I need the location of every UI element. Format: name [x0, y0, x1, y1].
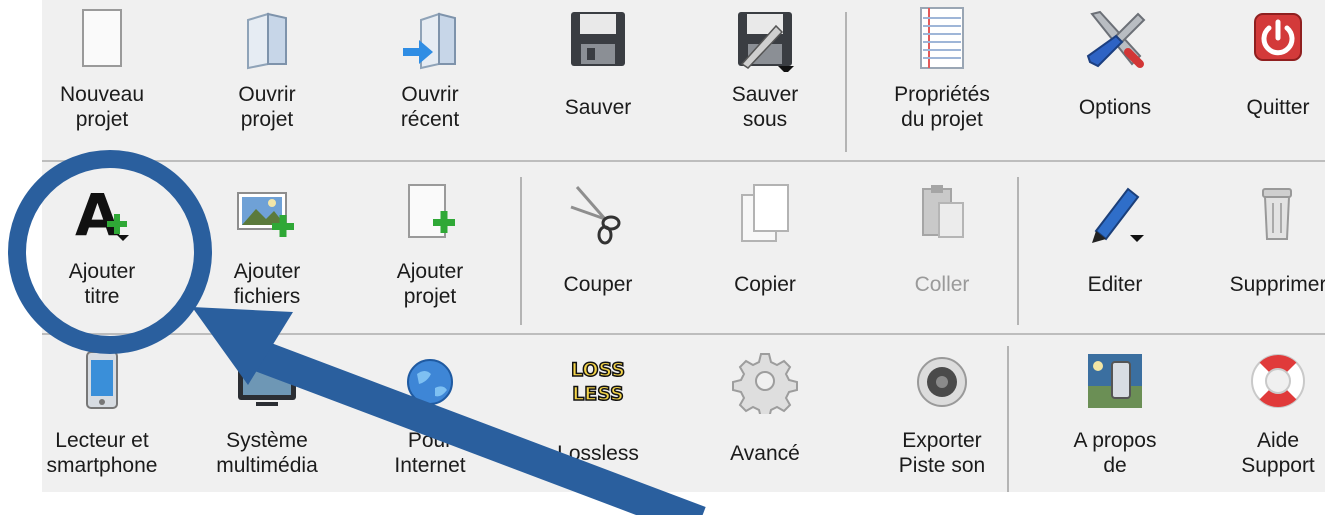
- toolbar-row-file: Nouveau projet Ouvrir projet Ouvrir réce…: [42, 0, 1325, 160]
- help-support-label: Aide Support: [1241, 429, 1315, 477]
- open-recent-label: Ouvrir récent: [400, 83, 460, 131]
- text-add-icon: A: [69, 179, 135, 245]
- smartphone-icon: [69, 348, 135, 414]
- project-properties-label: Propriétés du projet: [894, 83, 990, 131]
- new-project-label: Nouveau projet: [59, 83, 145, 131]
- add-files-label: Ajouter fichiers: [233, 260, 301, 308]
- project-properties-button[interactable]: Propriétés du projet: [872, 0, 1012, 150]
- toolbar: Nouveau projet Ouvrir projet Ouvrir réce…: [42, 0, 1325, 492]
- trash-can-icon: [1245, 179, 1311, 245]
- export-soundtrack-label: Exporter Piste son: [898, 429, 986, 477]
- player-smartphone-label: Lecteur et smartphone: [46, 429, 158, 477]
- paste-button[interactable]: Coller: [872, 173, 1012, 323]
- separator: [520, 177, 522, 325]
- save-button[interactable]: Sauver: [528, 0, 668, 150]
- about-image-icon: [1082, 348, 1148, 414]
- lossless-label: Lossless: [557, 441, 639, 465]
- new-project-button[interactable]: Nouveau projet: [32, 0, 172, 150]
- about-button[interactable]: A propos de: [1045, 342, 1185, 492]
- open-recent-button[interactable]: Ouvrir récent: [360, 0, 500, 150]
- add-files-button[interactable]: Ajouter fichiers: [197, 173, 337, 323]
- row-divider: [42, 333, 1325, 335]
- gear-icon: [732, 348, 798, 414]
- copy-label: Copier: [734, 272, 796, 296]
- row-divider: [42, 160, 1325, 162]
- add-project-label: Ajouter projet: [396, 260, 464, 308]
- edit-button[interactable]: Editer: [1045, 173, 1185, 323]
- edit-label: Editer: [1087, 272, 1143, 296]
- quit-button[interactable]: Quitter: [1208, 0, 1325, 150]
- options-label: Options: [1078, 95, 1152, 119]
- cut-label: Couper: [563, 272, 633, 296]
- cut-button[interactable]: Couper: [528, 173, 668, 323]
- paste-label: Coller: [914, 272, 970, 296]
- player-smartphone-button[interactable]: Lecteur et smartphone: [32, 342, 172, 492]
- multimedia-system-label: Système multimédia: [216, 429, 318, 477]
- svg-text:LOSS: LOSS: [571, 359, 625, 381]
- separator: [1007, 346, 1009, 492]
- open-project-button[interactable]: Ouvrir projet: [197, 0, 337, 150]
- separator: [1017, 177, 1019, 325]
- folder-icon: [234, 6, 300, 72]
- advanced-button[interactable]: Avancé: [695, 342, 835, 492]
- about-label: A propos de: [1073, 429, 1157, 477]
- quit-label: Quitter: [1246, 95, 1310, 119]
- separator: [845, 12, 847, 152]
- delete-button[interactable]: Supprimer: [1208, 173, 1325, 323]
- toolbar-row-export: Lecteur et smartphone Système multimédia: [42, 336, 1325, 492]
- page-add-icon: [397, 179, 463, 245]
- options-button[interactable]: Options: [1045, 0, 1185, 150]
- for-internet-label: Pour Internet: [394, 429, 466, 477]
- delete-label: Supprimer: [1229, 272, 1325, 296]
- folder-arrow-icon: [397, 6, 463, 72]
- clipboard-icon: [909, 179, 975, 245]
- copy-button[interactable]: Copier: [695, 173, 835, 323]
- scissors-icon: [565, 179, 631, 245]
- blank-page-icon: [69, 6, 135, 72]
- toolbar-row-edit: A Ajouter titre Ajouter fichiers Ajouter…: [42, 163, 1325, 333]
- save-label: Sauver: [564, 95, 632, 119]
- advanced-label: Avancé: [730, 441, 800, 465]
- lossless-button[interactable]: LOSS LESS Lossless: [528, 342, 668, 492]
- lifebuoy-icon: [1245, 348, 1311, 414]
- floppy-disk-icon: [565, 6, 631, 72]
- tv-icon: [234, 348, 300, 414]
- floppy-disk-pencil-icon: [732, 6, 798, 72]
- copy-pages-icon: [732, 179, 798, 245]
- save-as-button[interactable]: Sauver sous: [695, 0, 835, 150]
- globe-icon: [397, 348, 463, 414]
- export-soundtrack-button[interactable]: Exporter Piste son: [872, 342, 1012, 492]
- image-add-icon: [234, 179, 300, 245]
- add-title-button[interactable]: A Ajouter titre: [32, 173, 172, 323]
- save-as-label: Sauver sous: [731, 83, 799, 131]
- svg-text:A: A: [75, 181, 120, 245]
- svg-text:LESS: LESS: [572, 383, 624, 405]
- help-support-button[interactable]: Aide Support: [1208, 342, 1325, 492]
- speaker-icon: [909, 348, 975, 414]
- power-icon: [1245, 6, 1311, 72]
- multimedia-system-button[interactable]: Système multimédia: [197, 342, 337, 492]
- add-title-label: Ajouter titre: [68, 260, 136, 308]
- tools-icon: [1082, 6, 1148, 72]
- open-project-label: Ouvrir projet: [238, 83, 296, 131]
- add-project-button[interactable]: Ajouter projet: [360, 173, 500, 323]
- for-internet-button[interactable]: Pour Internet: [360, 342, 500, 492]
- pen-icon: [1082, 179, 1148, 245]
- lossless-icon: LOSS LESS: [565, 348, 631, 414]
- notepad-icon: [909, 6, 975, 72]
